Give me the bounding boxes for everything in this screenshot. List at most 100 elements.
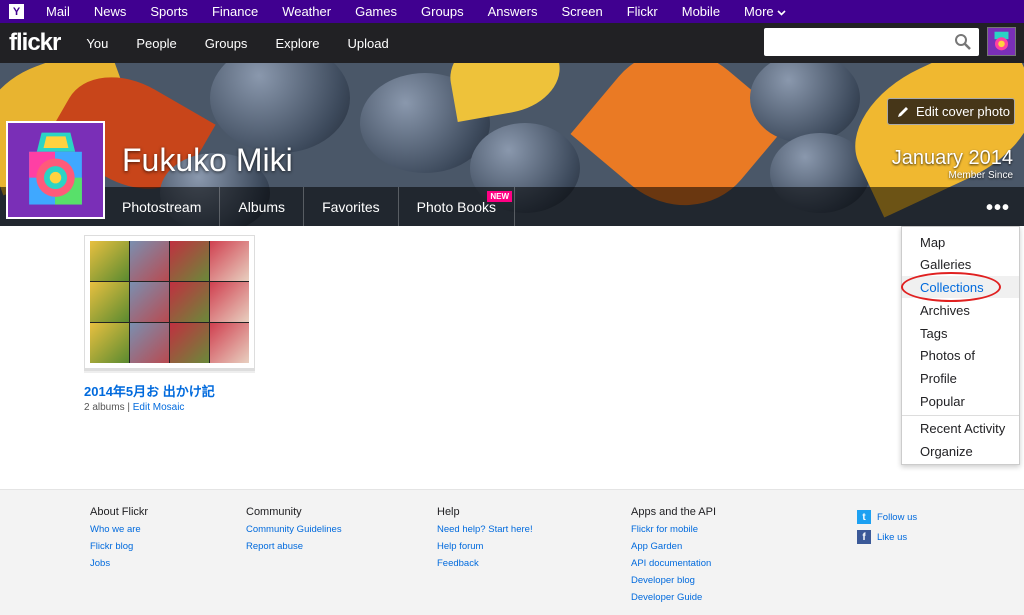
footer-col-apps: Apps and the API Flickr for mobile App G…	[631, 506, 716, 609]
footer-link[interactable]: Developer Guide	[631, 592, 716, 603]
footer-link[interactable]: Flickr blog	[90, 541, 148, 552]
menu-item-archives[interactable]: Archives	[920, 303, 970, 318]
main-content: 2014年5月お 出かけ記 2 albums | Edit Mosaic	[0, 226, 1024, 489]
yahoo-item-news[interactable]: News	[94, 4, 127, 19]
mosaic-thumb	[90, 241, 129, 281]
footer: About Flickr Who we are Flickr blog Jobs…	[0, 489, 1024, 615]
yahoo-item-weather[interactable]: Weather	[282, 4, 331, 19]
nav-people[interactable]: People	[136, 36, 176, 51]
yahoo-item-finance[interactable]: Finance	[212, 4, 258, 19]
mosaic-thumb	[130, 241, 169, 281]
nav-explore[interactable]: Explore	[275, 36, 319, 51]
nav-upload[interactable]: Upload	[348, 36, 389, 51]
menu-item-recent-activity[interactable]: Recent Activity	[920, 421, 1005, 436]
member-since-label: Member Since	[948, 170, 1013, 181]
yahoo-item-flickr[interactable]: Flickr	[627, 4, 658, 19]
avatar-small[interactable]	[987, 27, 1016, 56]
tab-photo-books[interactable]: Photo Books NEW	[399, 187, 516, 226]
profile-avatar[interactable]	[6, 121, 105, 219]
search-icon[interactable]	[954, 33, 972, 51]
meta-separator: |	[127, 402, 130, 413]
menu-item-profile[interactable]: Profile	[920, 371, 957, 386]
tab-albums[interactable]: Albums	[220, 187, 305, 226]
mosaic-thumb	[170, 323, 209, 363]
menu-item-map[interactable]: Map	[920, 235, 945, 250]
mosaic-thumb	[130, 282, 169, 322]
member-since-date: January 2014	[891, 147, 1013, 169]
cover-leaf	[443, 63, 567, 122]
mosaic-thumb	[90, 323, 129, 363]
collection-albums-count: 2 albums	[84, 402, 125, 413]
yahoo-more-label: More	[744, 4, 774, 19]
footer-heading: Apps and the API	[631, 506, 717, 518]
collection-mosaic	[90, 241, 249, 363]
menu-item-photos-of[interactable]: Photos of	[920, 348, 975, 363]
follow-us-label: Follow us	[877, 511, 918, 523]
edit-cover-button[interactable]: Edit cover photo	[887, 98, 1015, 125]
profile-subnav: Photostream Albums Favorites Photo Books…	[104, 187, 516, 226]
menu-item-galleries[interactable]: Galleries	[920, 257, 971, 272]
collection-title[interactable]: 2014年5月お 出かけ記	[84, 381, 215, 400]
chevron-down-icon	[777, 10, 786, 16]
more-dropdown-menu: Map Galleries Collections Archives Tags …	[901, 226, 1020, 465]
footer-link[interactable]: API documentation	[631, 558, 716, 569]
footer-heading: Community	[246, 506, 302, 518]
yahoo-item-screen[interactable]: Screen	[562, 4, 603, 19]
mosaic-thumb	[210, 323, 249, 363]
new-badge: NEW	[487, 191, 513, 202]
search-input[interactable]	[764, 28, 979, 56]
menu-item-collections[interactable]: Collections	[920, 280, 984, 295]
footer-link[interactable]: Help forum	[437, 541, 533, 552]
footer-link[interactable]: Need help? Start here!	[437, 524, 533, 535]
yahoo-item-mail[interactable]: Mail	[46, 4, 70, 19]
twitter-icon: t	[857, 510, 871, 524]
tab-photo-books-label: Photo Books	[416, 198, 497, 215]
footer-link[interactable]: Who we are	[90, 524, 148, 535]
menu-item-organize[interactable]: Organize	[920, 444, 973, 459]
footer-link[interactable]: Feedback	[437, 558, 533, 569]
yahoo-bar: Y Mail News Sports Finance Weather Games…	[0, 0, 1024, 23]
tab-favorites[interactable]: Favorites	[304, 187, 399, 226]
pencil-icon	[898, 106, 908, 117]
footer-heading: About Flickr	[90, 506, 149, 518]
footer-link[interactable]: Developer blog	[631, 575, 716, 586]
yahoo-item-answers[interactable]: Answers	[488, 4, 538, 19]
yahoo-item-mobile[interactable]: Mobile	[682, 4, 720, 19]
edit-cover-label: Edit cover photo	[916, 104, 1010, 119]
flickr-nav: flickr You People Groups Explore Upload	[0, 23, 1024, 63]
footer-col-about: About Flickr Who we are Flickr blog Jobs	[90, 506, 148, 575]
mosaic-thumb	[130, 323, 169, 363]
yahoo-logo-icon[interactable]: Y	[9, 4, 24, 19]
follow-us-link[interactable]: t Follow us	[857, 510, 917, 524]
like-us-link[interactable]: f Like us	[857, 530, 907, 544]
like-us-label: Like us	[877, 531, 908, 543]
nav-groups[interactable]: Groups	[205, 36, 248, 51]
tab-photostream[interactable]: Photostream	[104, 187, 221, 226]
menu-item-popular[interactable]: Popular	[920, 394, 965, 409]
nav-you[interactable]: You	[86, 36, 108, 51]
yahoo-item-games[interactable]: Games	[355, 4, 397, 19]
footer-col-community: Community Community Guidelines Report ab…	[246, 506, 342, 558]
footer-col-help: Help Need help? Start here! Help forum F…	[437, 506, 533, 575]
footer-link[interactable]: Flickr for mobile	[631, 524, 716, 535]
cover-stone	[210, 63, 350, 153]
footer-link[interactable]: Community Guidelines	[246, 524, 342, 535]
footer-link[interactable]: Jobs	[90, 558, 148, 569]
footer-heading: Help	[437, 506, 460, 518]
mosaic-thumb	[170, 282, 209, 322]
yahoo-item-more[interactable]: More	[744, 4, 786, 19]
collection-card[interactable]	[84, 235, 255, 369]
footer-link[interactable]: Report abuse	[246, 541, 342, 552]
yahoo-item-sports[interactable]: Sports	[150, 4, 188, 19]
footer-link[interactable]: App Garden	[631, 541, 716, 552]
more-menu-button[interactable]: •••	[986, 197, 1010, 220]
edit-mosaic-link[interactable]: Edit Mosaic	[133, 402, 185, 413]
member-since: January 2014 Member Since	[892, 147, 1013, 181]
menu-item-tags[interactable]: Tags	[920, 326, 947, 341]
profile-name: Fukuko Miki	[122, 142, 293, 178]
flickr-logo[interactable]: flickr	[9, 29, 61, 57]
cover-photo: Edit cover photo Fukuko Miki January 201…	[0, 63, 1024, 226]
mosaic-thumb	[90, 282, 129, 322]
yahoo-item-groups[interactable]: Groups	[421, 4, 464, 19]
mosaic-thumb	[170, 241, 209, 281]
